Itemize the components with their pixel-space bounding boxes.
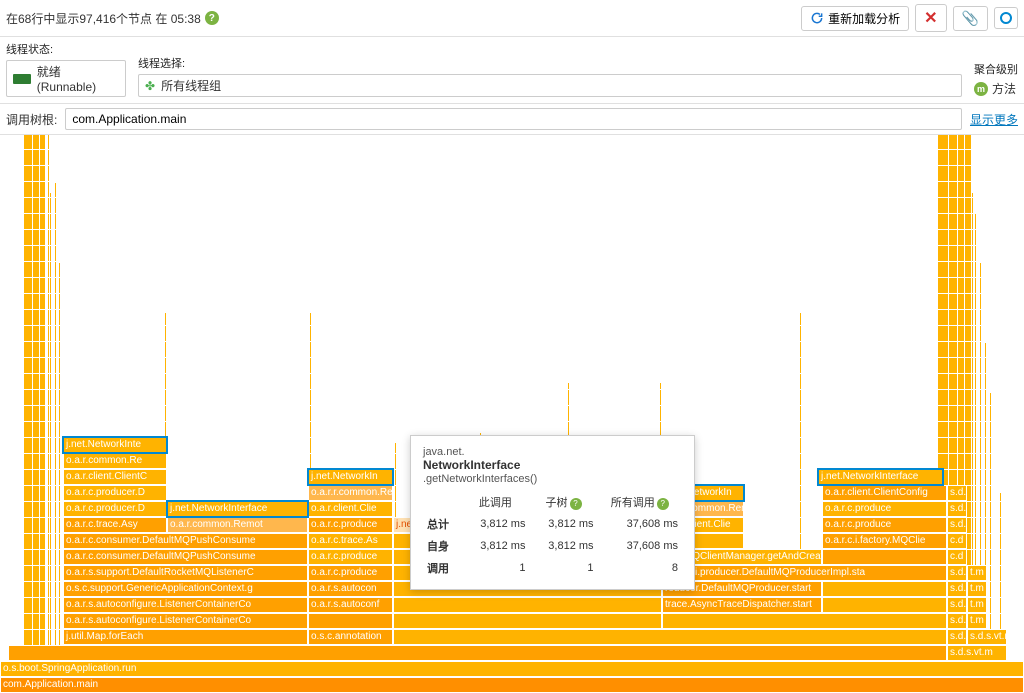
circle-icon [999, 11, 1013, 25]
frame[interactable]: o.a.r.c.produce [822, 501, 947, 517]
frame[interactable]: o.a.r.c.produce [308, 549, 393, 565]
frame[interactable]: s.d.s [947, 565, 967, 581]
frame[interactable]: o.s.c.annotation [308, 629, 393, 645]
frame[interactable]: o.a.r.c.produce [308, 517, 393, 533]
aggregation-selector[interactable]: m 方法 [974, 80, 1018, 97]
frame[interactable]: j.net.NetworkInte [63, 437, 167, 453]
frame[interactable]: j.net.NetworkInterface [818, 469, 943, 485]
thread-state-selector[interactable]: 就绪(Runnable) [6, 60, 126, 97]
frame[interactable]: o.a.r.c.producer.D [63, 501, 167, 517]
frame[interactable]: o.a.r.client.Clie [308, 501, 393, 517]
frame[interactable]: s.d.s.vt.m [947, 645, 1007, 661]
state-label: 线程状态: [6, 41, 126, 57]
frame[interactable]: s.d.s [947, 613, 967, 629]
flame-graph[interactable]: j.net.NetworkInte o.a.r.common.Re o.a.r.… [0, 135, 1024, 693]
runnable-icon [13, 74, 31, 84]
tooltip-class: NetworkInterface [423, 458, 682, 472]
frame[interactable]: s.d.s [947, 501, 967, 517]
frame[interactable]: c.d [947, 533, 967, 549]
frame[interactable]: o.a.r.c.i.producer.DefaultMQProducerImpl… [662, 565, 947, 581]
tooltip-table: 此调用 子树? 所有调用? 总计 3,812 ms 3,812 ms 37,60… [423, 491, 682, 579]
help-icon[interactable]: ? [657, 498, 669, 510]
frame[interactable]: o.a.r.client.ClientC [63, 469, 167, 485]
help-icon[interactable]: ? [205, 11, 219, 25]
frame[interactable]: trace.AsyncTraceDispatcher.start [662, 597, 822, 613]
frame[interactable]: o.a.r.s.autoconf [308, 597, 393, 613]
reload-button[interactable]: 重新加载分析 [801, 6, 909, 31]
frame-root[interactable]: com.Application.main [0, 677, 1024, 693]
frame[interactable]: t.m [967, 565, 987, 581]
frame[interactable]: o.s.c.support.GenericApplicationContext.… [63, 581, 308, 597]
select-label: 线程选择: [138, 55, 962, 71]
frame[interactable]: o.a.r.c.consumer.DefaultMQPushConsume [63, 533, 308, 549]
clover-icon: ✤ [145, 79, 155, 93]
frame[interactable] [822, 581, 947, 597]
frame[interactable]: o.a.r.c.producer.D [63, 485, 167, 501]
close-icon: ✕ [924, 8, 937, 28]
tooltip-package: java.net. [423, 446, 682, 458]
frame-tooltip: java.net. NetworkInterface .getNetworkIn… [410, 435, 695, 590]
frame[interactable]: j.net.NetworkInterface [167, 501, 308, 517]
agg-label: 聚合级别 [974, 61, 1018, 77]
frame[interactable]: o.a.r.c.trace.Asy [63, 517, 167, 533]
frame[interactable]: o.a.r.client.ClientConfig [822, 485, 947, 501]
frame[interactable]: o.a.r.c.produce [308, 565, 393, 581]
help-icon[interactable]: ? [570, 498, 582, 510]
frame[interactable]: o.a.r.common.Re [63, 453, 167, 469]
show-more-link[interactable]: 显示更多 [970, 111, 1018, 128]
frame[interactable]: s.d.s.vt.m [967, 629, 1007, 645]
frame[interactable] [8, 645, 947, 661]
extra-button[interactable] [994, 7, 1018, 29]
frame[interactable]: o.a.r.s.autocon [308, 581, 393, 597]
frame[interactable]: o.a.r.s.autoconfigure.ListenerContainerC… [63, 613, 308, 629]
frame[interactable]: j.net.NetworkIn [308, 469, 393, 485]
frame[interactable]: o.a.r.s.autoconfigure.ListenerContainerC… [63, 597, 308, 613]
frame[interactable] [393, 597, 662, 613]
close-button[interactable]: ✕ [915, 4, 946, 32]
thread-group-selector[interactable]: ✤ 所有线程组 [138, 74, 962, 97]
frame[interactable]: t.m [967, 597, 987, 613]
frame[interactable]: o.a.r.c.trace.As [308, 533, 393, 549]
frame[interactable]: c.d [947, 549, 967, 565]
frame-spring-run[interactable]: o.s.boot.SpringApplication.run [0, 661, 1024, 677]
frame[interactable]: o.a.r.c.consumer.DefaultMQPushConsume [63, 549, 308, 565]
frame[interactable]: t.m [967, 581, 987, 597]
frame[interactable] [662, 613, 947, 629]
frame[interactable]: o.a.r.s.support.DefaultRocketMQListenerC [63, 565, 308, 581]
call-tree-root-input[interactable] [65, 108, 962, 130]
reload-icon [810, 11, 824, 25]
root-label: 调用树根: [6, 111, 57, 128]
frame[interactable]: s.d.s [947, 485, 967, 501]
frame[interactable]: o.a.r.c.produce [822, 517, 947, 533]
frame[interactable] [822, 549, 947, 565]
method-icon: m [974, 82, 988, 96]
frame[interactable]: s.d.s [947, 517, 967, 533]
frame[interactable] [308, 613, 393, 629]
frame[interactable]: o.a.r.c.i.factory.MQClie [822, 533, 947, 549]
frame[interactable] [393, 629, 947, 645]
tooltip-method: .getNetworkInterfaces() [423, 473, 682, 485]
status-text: 在68行中显示97,416个节点 在 05:38 [6, 10, 201, 27]
attach-button[interactable]: 📎 [953, 6, 988, 31]
frame[interactable]: o.a.r.common.Remot [167, 517, 308, 533]
frame[interactable]: t.m [967, 613, 987, 629]
paperclip-icon: 📎 [962, 10, 979, 27]
frame[interactable] [393, 613, 662, 629]
frame[interactable]: j.util.Map.forEach [63, 629, 308, 645]
frame[interactable]: s.d.s [947, 581, 967, 597]
frame[interactable]: s.d.s [947, 597, 967, 613]
frame[interactable]: s.d.s [947, 629, 967, 645]
frame[interactable]: o.a.r.r.common.Remot [308, 485, 393, 501]
frame[interactable] [822, 597, 947, 613]
